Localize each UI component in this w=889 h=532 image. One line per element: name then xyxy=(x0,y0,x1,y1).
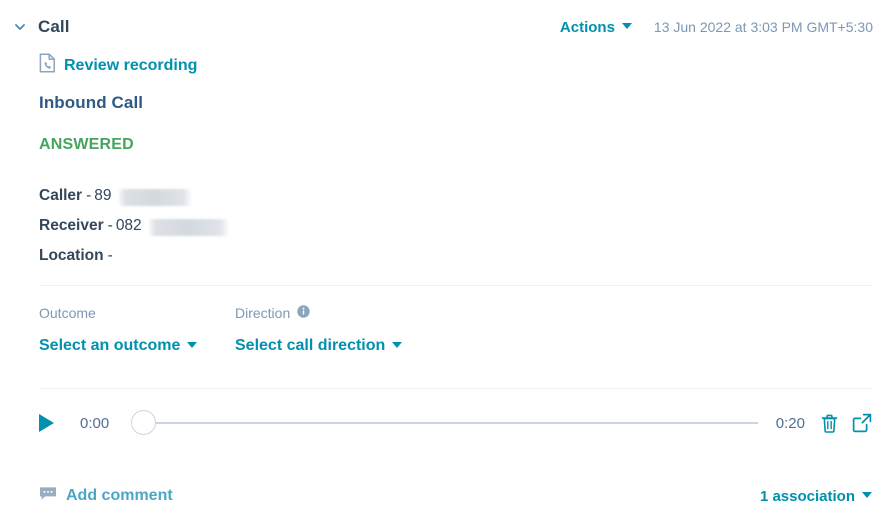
current-time: 0:00 xyxy=(80,414,110,432)
outcome-dropdown[interactable]: Select an outcome xyxy=(39,337,235,355)
call-details: Caller - 89 Receiver - 082 Location - xyxy=(39,181,228,271)
play-triangle xyxy=(39,414,54,432)
direction-label: Direction xyxy=(235,305,291,321)
outcome-label: Outcome xyxy=(39,305,96,321)
call-document-icon xyxy=(39,53,56,78)
detail-separator: - xyxy=(107,217,113,234)
card-footer: Add comment 1 association xyxy=(39,482,872,510)
detail-label: Location xyxy=(39,247,104,264)
review-recording-link[interactable]: Review recording xyxy=(39,53,197,78)
total-time: 0:20 xyxy=(775,414,805,432)
status-badge: ANSWERED xyxy=(39,136,134,153)
direction-dropdown[interactable]: Select call direction xyxy=(235,337,403,355)
detail-label: Caller xyxy=(39,187,83,204)
actions-label: Actions xyxy=(559,18,615,36)
caret-down-icon xyxy=(862,492,872,498)
detail-row-receiver: Receiver - 082 xyxy=(39,211,228,241)
redacted-value xyxy=(118,188,191,206)
scrubber-track xyxy=(131,422,758,424)
call-fields: Outcome Select an outcome Direction Sele… xyxy=(39,303,403,355)
scrubber-handle[interactable] xyxy=(131,410,156,435)
comment-bubble-icon xyxy=(39,486,57,506)
detail-separator: - xyxy=(107,247,113,264)
detail-label: Receiver xyxy=(39,217,104,234)
detail-value: 082 xyxy=(115,217,142,234)
external-link-icon[interactable] xyxy=(852,413,872,433)
association-label: 1 association xyxy=(759,487,855,505)
playback-scrubber[interactable] xyxy=(131,410,758,436)
activity-timestamp: 13 Jun 2022 at 3:03 PM GMT+5:30 xyxy=(653,18,873,35)
actions-button[interactable]: Actions xyxy=(560,19,632,36)
caret-down-icon xyxy=(621,23,632,29)
association-dropdown[interactable]: 1 association xyxy=(760,488,872,505)
detail-row-caller: Caller - 89 xyxy=(39,181,228,211)
call-activity-card: Call Actions 13 Jun 2022 at 3:03 PM GMT+… xyxy=(0,0,889,532)
detail-separator: - xyxy=(86,187,92,204)
direction-label-wrap: Direction xyxy=(235,303,402,323)
detail-value: 89 xyxy=(94,187,112,204)
caret-down-icon xyxy=(187,342,198,348)
divider xyxy=(39,388,872,389)
header-right-group: Actions 13 Jun 2022 at 3:03 PM GMT+5:30 xyxy=(560,19,889,36)
outcome-selected-value: Select an outcome xyxy=(39,337,181,354)
card-header: Call Actions 13 Jun 2022 at 3:03 PM GMT+… xyxy=(0,14,889,40)
divider xyxy=(39,285,872,286)
redacted-value xyxy=(148,218,228,236)
page-title: Call xyxy=(38,17,70,36)
info-circle-icon[interactable] xyxy=(297,305,310,321)
review-recording-label: Review recording xyxy=(64,56,198,74)
call-type: Inbound Call xyxy=(39,93,144,112)
audio-player: 0:00 0:20 xyxy=(39,405,872,441)
field-direction: Direction Select call direction xyxy=(235,303,403,355)
add-comment-label: Add comment xyxy=(66,487,173,504)
add-comment-button[interactable]: Add comment xyxy=(39,486,173,506)
direction-selected-value: Select call direction xyxy=(235,337,386,354)
field-outcome: Outcome Select an outcome xyxy=(39,303,235,355)
chevron-down-icon[interactable] xyxy=(6,20,34,34)
detail-row-location: Location - xyxy=(39,241,228,271)
caret-down-icon xyxy=(392,342,403,348)
play-icon[interactable] xyxy=(39,412,59,434)
trash-icon[interactable] xyxy=(821,414,838,433)
